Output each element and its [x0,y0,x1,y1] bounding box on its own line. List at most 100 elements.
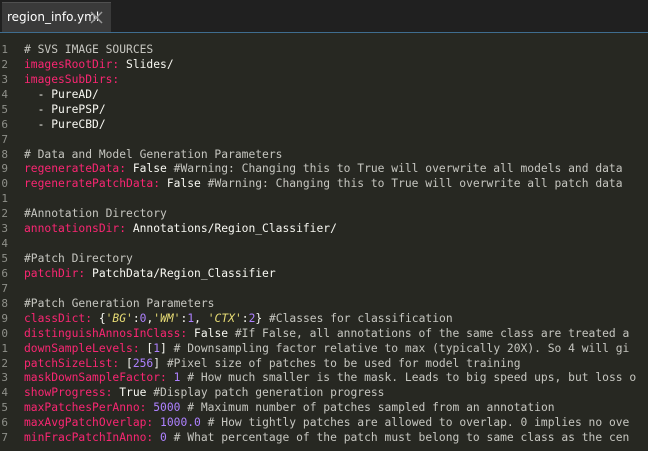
line-number: 4 [1,386,8,400]
line-number: 8 [1,296,8,310]
token-val: False [187,326,235,340]
code-text: regenerateData: False #Warning: Changing… [24,161,623,176]
line-number: 5 [1,401,8,415]
token-val: : [241,311,249,325]
code-text: distinguishAnnosInClass: False #If False… [24,326,629,341]
code-line[interactable]: 3 maskDownSampleFactor: 1 # How much smal… [0,370,648,385]
code-text: regeneratePatchData: False #Warning: Cha… [24,176,623,191]
code-line[interactable]: 7 [0,281,648,296]
token-comment: #If False, all annotations of the same c… [234,326,630,340]
code-line[interactable]: 8 # Data and Model Generation Parameters [0,147,648,162]
code-line[interactable]: 5 - PurePSP/ [0,102,648,117]
token-key: maxPatchesPerAnno: [24,401,147,415]
token-val [167,431,174,444]
token-comment: #Display patch generation progress [153,386,385,400]
token-val: - PureCBD/ [24,117,106,131]
token-val: Annotations/Region_Classifier/ [126,222,337,236]
line-number: 3 [1,222,8,236]
token-comment: # What percentage of the patch must belo… [173,431,630,445]
line-number: 9 [1,311,8,325]
code-line[interactable]: 9 regenerateData: False #Warning: Changin… [0,161,648,176]
code-line[interactable]: 4 [0,236,648,251]
token-num: 0 [160,431,167,445]
token-val: , [194,311,208,325]
token-comment: #Patch Generation Parameters [24,296,215,310]
token-comment: #Classes for classification [268,311,453,325]
code-text: maxAvgPatchOverlap: 1000.0 # How tightly… [24,415,629,430]
line-number: 5 [1,252,8,266]
token-key: regeneratePatchData: [24,177,161,191]
token-key: classDict: [24,311,93,325]
code-line[interactable]: 7 minFracPatchInAnno: 0 # What percentage… [0,430,648,445]
code-line[interactable]: 3 annotationsDir: Annotations/Region_Clas… [0,221,648,236]
token-val [201,416,208,429]
token-val: : [132,311,140,325]
token-comment: # How much smaller is the mask. Leads to… [187,371,637,385]
tab-label: region_info.yml [7,10,100,24]
code-line[interactable]: 2 imagesRootDir: Slides/ [0,57,648,72]
line-number: 0 [1,326,8,340]
token-key: imagesRootDir: [24,57,120,71]
code-line[interactable]: 7 [0,132,648,147]
code-text: imagesRootDir: Slides/ [24,57,174,72]
code-text: maskDownSampleFactor: 1 # How much small… [24,370,636,385]
token-key: patchSizeList: [24,356,120,370]
code-text: - PureCBD/ [24,117,106,132]
token-comment: # How tightly patches are allowed to ove… [207,416,630,430]
code-text: patchSizeList: [256] #Pixel size of patc… [24,356,521,371]
token-key: maskDownSampleFactor: [24,371,167,385]
token-comment: #Warning: Changing this to True will ove… [173,162,623,176]
code-line[interactable]: 1 # SVS IMAGE SOURCES [0,42,648,57]
token-val: - PurePSP/ [24,102,106,116]
token-key: patchDir: [24,266,86,280]
code-line[interactable]: 2 #Annotation Directory [0,206,648,221]
code-line[interactable]: 8 #Patch Generation Parameters [0,296,648,311]
code-line[interactable]: 5 maxPatchesPerAnno: 5000 # Maximum numbe… [0,400,648,415]
code-line[interactable]: 6 maxAvgPatchOverlap: 1000.0 # How tightl… [0,415,648,430]
code-text: #Patch Generation Parameters [24,296,214,311]
token-comment: #Pixel size of patches to be used for mo… [166,356,521,370]
code-line[interactable]: 9 classDict: {'BG':0,'WM':1, 'CTX':2} #Cl… [0,311,648,326]
token-val: PatchData/Region_Classifier [85,266,276,280]
code-line[interactable]: 5 #Patch Directory [0,251,648,266]
token-val: [ [139,341,154,355]
token-val: False [160,177,208,191]
code-line[interactable]: 1 downSampleLevels: [1] # Downsampling fa… [0,341,648,356]
token-str: 'CTX' [207,311,242,325]
line-number: 2 [1,57,8,71]
token-num: 256 [132,356,154,370]
code-text: classDict: {'BG':0,'WM':1, 'CTX':2} #Cla… [24,311,453,326]
code-text: - PureAD/ [24,87,99,102]
token-comment: # SVS IMAGE SOURCES [24,43,154,56]
line-number: 9 [1,162,8,176]
tab-region-info[interactable]: region_info.yml [2,2,111,32]
code-line[interactable]: 4 - PureAD/ [0,87,648,102]
line-number: 8 [1,147,8,161]
token-key: imagesSubDirs: [24,72,120,86]
token-key: regenerateData: [24,162,127,176]
line-number: 6 [1,416,8,430]
code-line[interactable]: 0 regeneratePatchData: False #Warning: Ch… [0,176,648,191]
code-line[interactable]: 1 [0,191,648,206]
token-str: 'WM' [153,311,181,325]
line-number: 7 [1,431,8,445]
code-text: - PurePSP/ [24,102,106,117]
token-num: 1000.0 [160,416,201,430]
code-line[interactable]: 6 - PureCBD/ [0,117,648,132]
token-comment: # Maximum number of patches sampled from… [187,401,555,415]
code-line[interactable]: 3 imagesSubDirs: [0,72,648,87]
token-val: Slides/ [119,57,174,71]
code-line[interactable]: 6 patchDir: PatchData/Region_Classifier [0,266,648,281]
code-text: #Patch Directory [24,251,133,266]
token-val: False [126,162,174,176]
code-text: downSampleLevels: [1] # Downsampling fac… [24,341,629,356]
code-line[interactable]: 0 distinguishAnnosInClass: False #If Fals… [0,326,648,341]
code-line[interactable]: 2 patchSizeList: [256] #Pixel size of pat… [0,356,648,371]
token-num: 5000 [153,401,181,415]
line-number: 4 [1,237,8,251]
token-key: downSampleLevels: [24,341,140,355]
code-editor[interactable]: 1 # SVS IMAGE SOURCES 2 imagesRootDir: Slid… [0,32,648,451]
code-line[interactable]: 4 showProgress: True #Display patch gener… [0,385,648,400]
token-comment: #Patch Directory [24,252,133,266]
close-icon[interactable] [89,10,104,25]
